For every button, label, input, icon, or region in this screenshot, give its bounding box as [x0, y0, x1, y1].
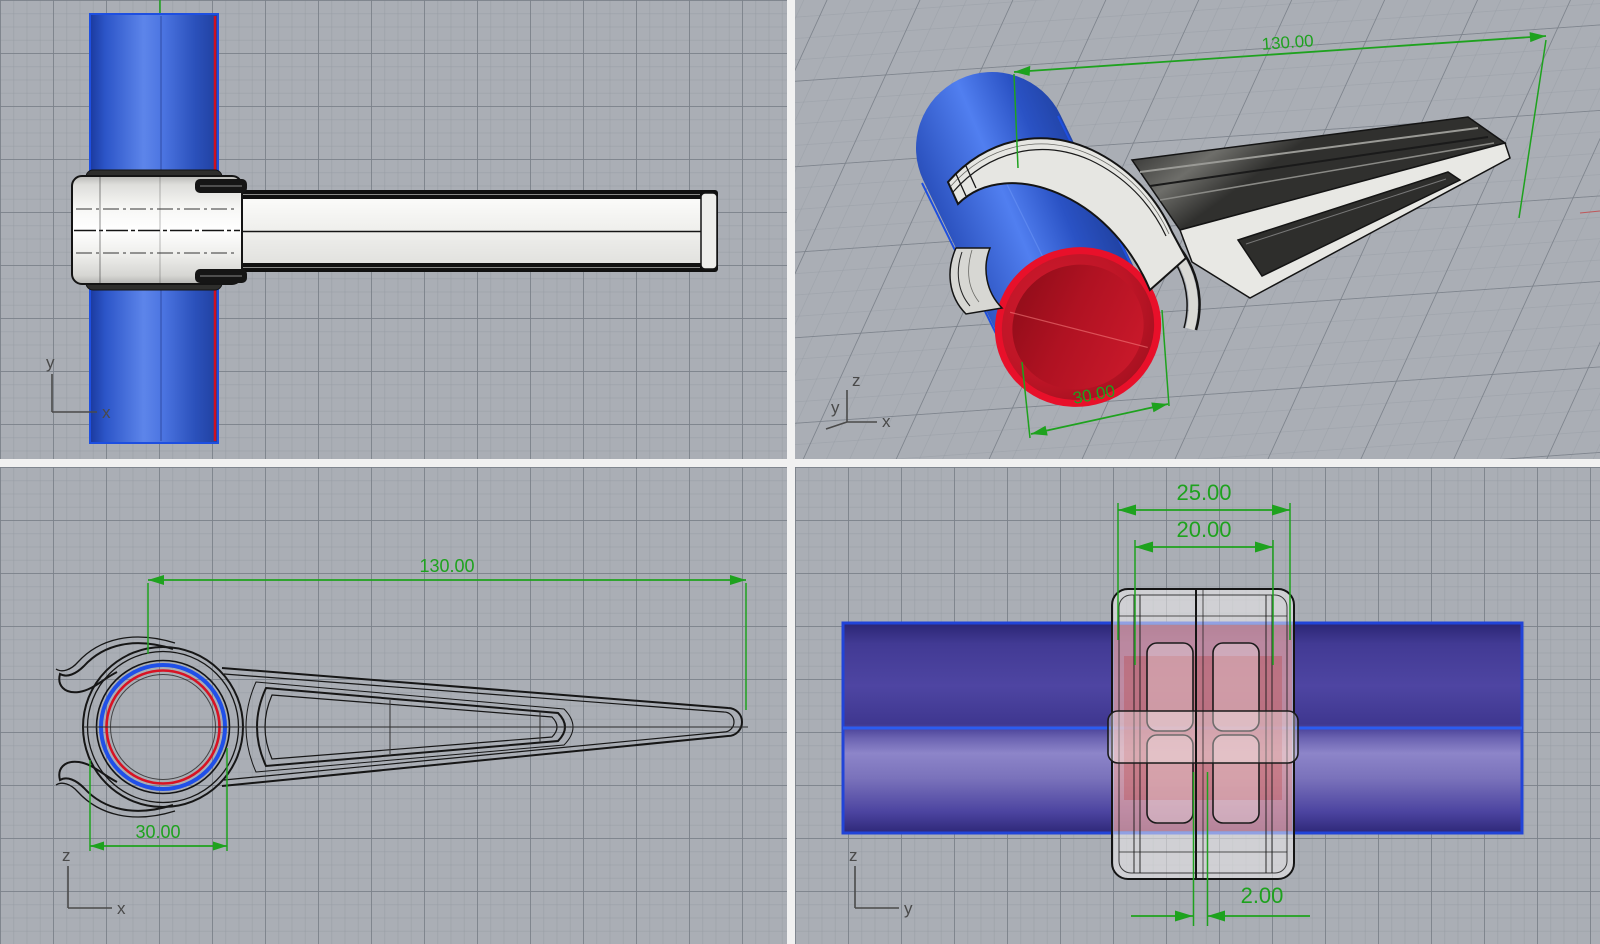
viewport-divider-vertical[interactable] [787, 0, 795, 944]
axis-gnomon-right: z y [849, 846, 913, 918]
axis-label-y: y [904, 899, 913, 918]
clamp-right-view-translucent[interactable] [1108, 589, 1298, 879]
axis-label-z: z [62, 846, 71, 865]
axis-label-y: y [46, 353, 55, 372]
dimension-text[interactable]: 25.00 [1176, 480, 1231, 505]
axis-label-z: z [852, 371, 861, 390]
dimension-length-front[interactable]: 130.00 [148, 556, 746, 710]
dimension-text[interactable]: 130.00 [419, 556, 474, 576]
x-axis-line [1580, 211, 1600, 213]
axis-gnomon-front: z x [62, 846, 126, 918]
clamp-top-view[interactable] [72, 170, 718, 290]
dimension-text[interactable]: 20.00 [1176, 517, 1231, 542]
axis-gnomon-perspective: z x y [826, 371, 891, 431]
dimension-text[interactable]: 130.00 [1261, 31, 1314, 54]
axis-label-y: y [831, 398, 840, 417]
axis-label-z: z [849, 846, 858, 865]
cad-workspace: y x [0, 0, 1600, 944]
axis-label-x: x [102, 403, 111, 422]
dimension-text[interactable]: 30.00 [135, 822, 180, 842]
clip-wireframe-front[interactable] [56, 637, 748, 817]
dimension-text[interactable]: 2.00 [1241, 883, 1284, 908]
axis-label-x: x [117, 899, 126, 918]
axis-label-x: x [882, 412, 891, 431]
viewport-divider-horizontal[interactable] [0, 459, 1600, 467]
clip-part-perspective-front[interactable] [1132, 117, 1510, 330]
geometry-overlay: y x [0, 0, 1600, 944]
